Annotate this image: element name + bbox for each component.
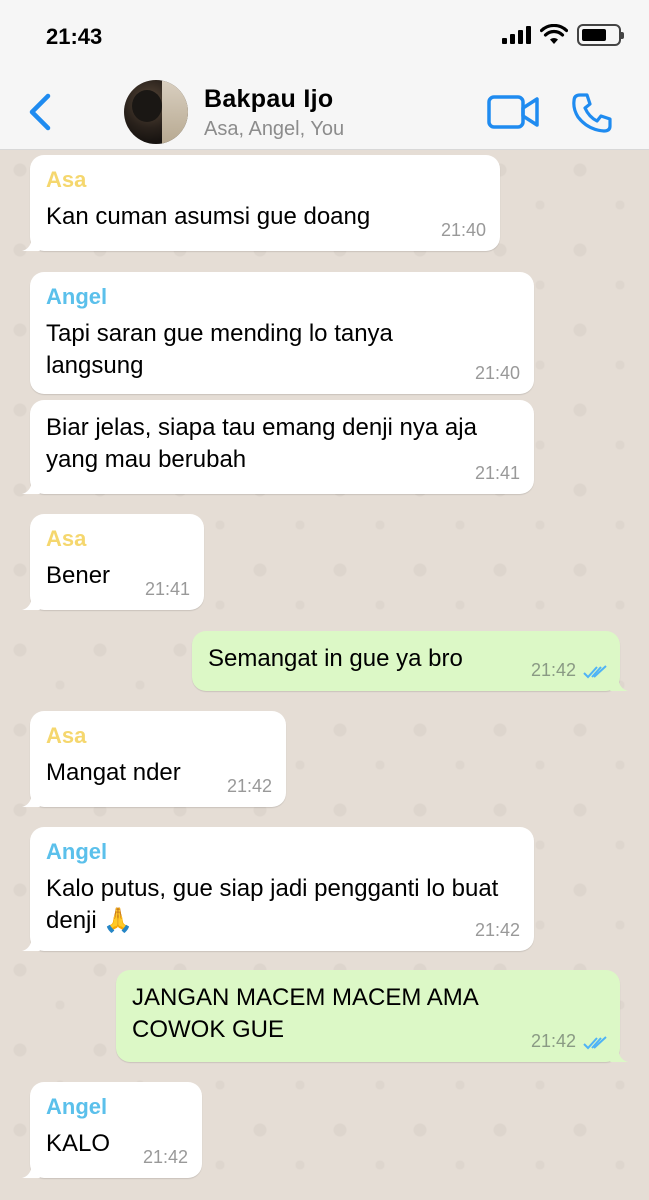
bubble-tail (22, 939, 40, 951)
battery-icon (577, 24, 624, 46)
message-time: 21:42 (226, 776, 272, 796)
message-time: 21:41 (474, 463, 520, 483)
message-time: 21:40 (474, 363, 520, 383)
message-time: 21:42 (530, 1031, 576, 1051)
wifi-icon (540, 24, 568, 44)
message-bubble-outgoing[interactable]: Semangat in gue ya bro 21:42 (192, 631, 628, 691)
message-sender: Asa (46, 723, 87, 748)
message-time: 21:40 (440, 220, 486, 240)
message-bubble[interactable]: Asa Bener 21:41 (22, 514, 204, 610)
message-sender: Angel (46, 1094, 108, 1119)
chat-members[interactable]: Asa, Angel, You (204, 118, 344, 141)
message-bubble[interactable]: Angel Tapi saran gue mending lo tanya la… (30, 272, 534, 394)
status-icons (502, 24, 624, 46)
status-time: 21:43 (46, 24, 103, 49)
bubble-tail (22, 482, 40, 494)
message-bubble[interactable]: Angel Kalo putus, gue siap jadi penggant… (22, 827, 534, 951)
message-sender: Angel (46, 839, 108, 864)
bubble-tail (610, 1050, 628, 1062)
message-sender: Angel (46, 284, 108, 309)
chat-title[interactable]: Bakpau Ijo (204, 85, 333, 114)
message-text: Kalo putus, gue siap jadi pengganti lo b… (46, 875, 499, 934)
message-text: Tapi saran gue mending lo tanya langsung (46, 320, 393, 379)
message-time: 21:41 (144, 579, 190, 599)
read-receipt-icon (583, 665, 607, 679)
chat-area[interactable]: Asa Kan cuman asumsi gue doang 21:40 Ang… (0, 150, 649, 1200)
bubble-tail (22, 598, 40, 610)
message-sender: Asa (46, 526, 87, 551)
bubble-tail (22, 1166, 40, 1178)
voice-call-button[interactable] (570, 91, 614, 135)
message-sender: Asa (46, 167, 87, 192)
message-time: 21:42 (142, 1147, 188, 1167)
signal-icon (502, 26, 531, 44)
message-text: JANGAN MACEM MACEM AMA COWOK GUE (132, 984, 478, 1043)
bubble-tail (22, 239, 40, 251)
group-avatar[interactable] (124, 80, 188, 144)
bubble-tail (22, 795, 40, 807)
message-bubble[interactable]: Angel KALO 21:42 (22, 1082, 202, 1178)
chat-header: Bakpau Ijo Asa, Angel, You (0, 75, 649, 150)
message-time: 21:42 (474, 920, 520, 940)
message-bubble[interactable]: Biar jelas, siapa tau emang denji nya aj… (22, 400, 534, 494)
message-text: Biar jelas, siapa tau emang denji nya aj… (46, 414, 477, 473)
message-bubble[interactable]: Asa Mangat nder 21:42 (22, 711, 286, 807)
status-bar: 21:43 (0, 0, 649, 75)
message-bubble[interactable]: Asa Kan cuman asumsi gue doang 21:40 (22, 155, 500, 251)
message-bubble-outgoing[interactable]: JANGAN MACEM MACEM AMA COWOK GUE 21:42 (116, 970, 628, 1062)
bubble-tail (610, 679, 628, 691)
message-time: 21:42 (530, 660, 576, 680)
back-button[interactable] (22, 90, 62, 134)
video-call-button[interactable] (486, 93, 540, 131)
message-text: Kan cuman asumsi gue doang (46, 203, 371, 230)
read-receipt-icon (583, 1036, 607, 1050)
